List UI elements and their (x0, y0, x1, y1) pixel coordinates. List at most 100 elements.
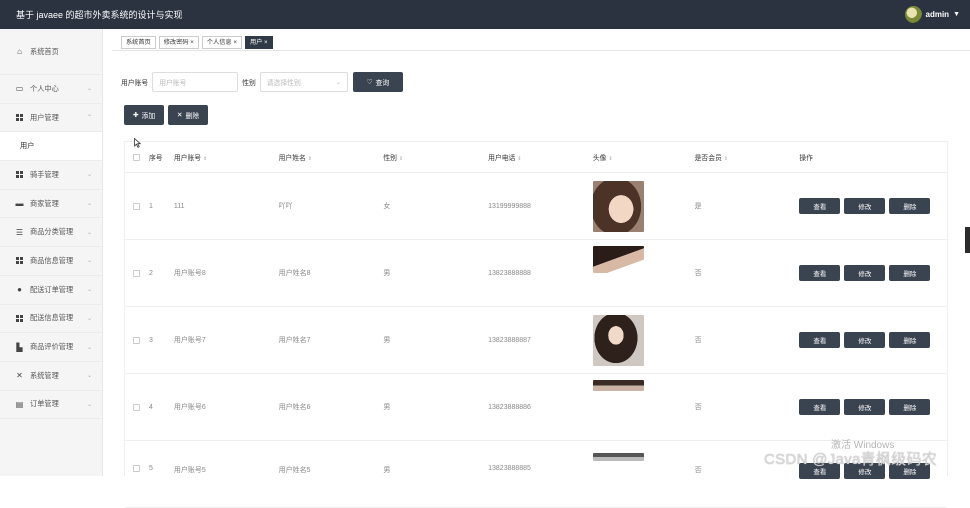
delete-button[interactable]: 删除 (889, 332, 931, 348)
delete-selected-button[interactable]: ✕ 删除 (168, 105, 208, 125)
sidebar-item-label: 商品评价管理 (30, 342, 74, 352)
row-checkbox[interactable] (133, 465, 141, 472)
col-gender[interactable]: 性别 ⇕ (383, 152, 488, 162)
edit-button[interactable]: 修改 (844, 399, 886, 415)
caret-down-icon[interactable]: ▼ (953, 11, 960, 18)
app-title: 基于 javaee 的超市外卖系统的设计与实现 (16, 10, 183, 20)
gender-placeholder: 请选择性别 (266, 80, 301, 87)
account-search-input[interactable]: 用户账号 (152, 72, 239, 92)
sidebar-item-rider-mgmt[interactable]: 骑手管理 ⌄ (0, 161, 102, 190)
sidebar-item-home[interactable]: ⌂ 系统首页 (0, 29, 102, 75)
sort-icon[interactable]: ⇕ (203, 156, 207, 162)
cell-phone: 13823888887 (488, 336, 531, 344)
sidebar-item-label: 配送订单管理 (30, 284, 74, 294)
sidebar-subitem-user[interactable]: 用户 (0, 132, 102, 162)
col-avatar[interactable]: 头像 ⇕ (593, 152, 695, 162)
edit-button[interactable]: 修改 (844, 198, 886, 214)
tab-profile[interactable]: 个人信息 × (201, 36, 242, 49)
sidebar-item-order-mgmt[interactable]: ▤ 订单管理 ⌄ (0, 391, 102, 420)
gender-select[interactable]: 请选择性别 ⌄ (259, 72, 348, 92)
cell-avatar (592, 240, 695, 306)
home-icon: ⌂ (17, 47, 22, 56)
cell-index: 1 (148, 202, 153, 210)
col-phone[interactable]: 用户电话 ⇕ (488, 152, 593, 162)
select-all-checkbox[interactable] (133, 153, 141, 161)
search-bar: 用户账号 用户账号 性别 请选择性别 ⌄ ♡ 查询 (121, 72, 403, 92)
col-vip[interactable]: 是否会员 ⇕ (695, 152, 800, 162)
sidebar-item-user-mgmt[interactable]: 用户管理 ⌃ (0, 104, 102, 133)
col-label: 用户姓名 (278, 155, 306, 162)
cell-vip: 是 (694, 203, 702, 210)
edit-button[interactable]: 修改 (844, 332, 886, 348)
sidebar-item-label: 用户 (20, 141, 35, 151)
csdn-watermark: CSDN @Java青枫级码农 (764, 451, 938, 468)
chevron-down-icon: ⌄ (86, 258, 92, 265)
cell-vip: 否 (694, 337, 702, 344)
sidebar-item-category-mgmt[interactable]: ☰ 商品分类管理 ⌄ (0, 218, 102, 248)
col-name[interactable]: 用户姓名 ⇕ (279, 152, 384, 162)
plus-icon: ✚ (132, 112, 139, 119)
sidebar-item-system-mgmt[interactable]: ✕ 系统管理 ⌄ (0, 362, 102, 391)
sort-icon[interactable]: ⇕ (308, 156, 312, 162)
account-placeholder: 用户账号 (159, 80, 187, 87)
cell-name: 吖吖 (278, 203, 293, 210)
chevron-down-icon: ⌄ (86, 201, 92, 208)
sidebar-item-product-mgmt[interactable]: 商品信息管理 ⌄ (0, 247, 102, 276)
tab-user[interactable]: 用户 × (244, 36, 273, 49)
sort-icon[interactable]: ⇕ (724, 156, 728, 162)
query-button[interactable]: ♡ 查询 (352, 72, 403, 92)
cell-avatar (592, 374, 695, 440)
col-account[interactable]: 用户账号 ⇕ (174, 152, 279, 162)
cell-gender: 男 (383, 467, 391, 474)
avatar-image (592, 453, 644, 461)
sidebar-item-review-mgmt[interactable]: ▙ 商品评价管理 ⌄ (0, 333, 102, 362)
row-checkbox[interactable] (133, 336, 141, 344)
sidebar-item-label: 系统首页 (30, 46, 59, 56)
toolbar: ✚ 添加 ✕ 删除 (124, 105, 208, 125)
avatar-image (592, 380, 644, 391)
col-ops: 操作 (799, 155, 813, 162)
delete-button[interactable]: 删除 (889, 265, 931, 281)
sort-icon[interactable]: ⇕ (399, 156, 403, 162)
table-row: 3 用户账号7 用户姓名7 男 13823888887 否 查看 修改 删除 (125, 307, 947, 374)
row-checkbox[interactable] (133, 403, 141, 411)
chevron-down-icon: ⌄ (86, 401, 92, 408)
cell-vip: 否 (694, 404, 702, 411)
col-label: 头像 (592, 155, 607, 162)
sidebar-item-label: 商品信息管理 (30, 255, 74, 265)
chevron-down-icon: ⌄ (86, 229, 92, 236)
avatar-image (592, 180, 644, 232)
cell-name: 用户姓名6 (278, 404, 311, 411)
view-button[interactable]: 查看 (799, 198, 841, 214)
tab-change-password[interactable]: 修改密码 × (158, 36, 199, 49)
user-table: 序号 用户账号 ⇕ 用户姓名 ⇕ 性别 ⇕ 用户电话 ⇕ 头像 ⇕ 是否会员 ⇕ 操作 1 … (124, 141, 948, 508)
scrollbar-handle[interactable] (965, 227, 970, 253)
avatar[interactable] (904, 6, 922, 23)
tab-home[interactable]: 系统首页 (121, 36, 156, 49)
delete-button[interactable]: 删除 (889, 198, 931, 214)
chevron-down-icon: ⌄ (86, 172, 92, 179)
clipboard-icon: ▤ (15, 399, 24, 409)
edit-button[interactable]: 修改 (844, 265, 886, 281)
delete-button[interactable]: 删除 (889, 399, 931, 415)
user-menu[interactable]: admin ▼ (904, 6, 960, 23)
add-button[interactable]: ✚ 添加 (124, 105, 164, 125)
row-checkbox[interactable] (133, 269, 141, 277)
cell-name: 用户姓名8 (278, 270, 311, 277)
table-header: 序号 用户账号 ⇕ 用户姓名 ⇕ 性别 ⇕ 用户电话 ⇕ 头像 ⇕ 是否会员 ⇕ 操作 (125, 142, 947, 173)
sidebar-item-delivery-info-mgmt[interactable]: 配送信息管理 ⌄ (0, 305, 102, 334)
view-button[interactable]: 查看 (799, 265, 841, 281)
cell-phone: 13823888886 (488, 403, 531, 411)
query-button-label: 查询 (375, 80, 390, 87)
row-checkbox[interactable] (133, 202, 141, 210)
cell-index: 5 (148, 465, 153, 472)
sort-icon[interactable]: ⇕ (517, 156, 521, 162)
sidebar-item-profile[interactable]: ▭ 个人中心 ⌄ (0, 75, 102, 104)
view-button[interactable]: 查看 (799, 332, 841, 348)
sidebar-item-merchant-mgmt[interactable]: ▬ 商家管理 ⌄ (0, 190, 102, 219)
sidebar-item-delivery-order-mgmt[interactable]: ● 配送订单管理 ⌄ (0, 276, 102, 305)
sort-icon[interactable]: ⇕ (608, 156, 612, 162)
username[interactable]: admin (926, 10, 950, 19)
cell-gender: 男 (383, 337, 391, 344)
view-button[interactable]: 查看 (799, 399, 841, 415)
